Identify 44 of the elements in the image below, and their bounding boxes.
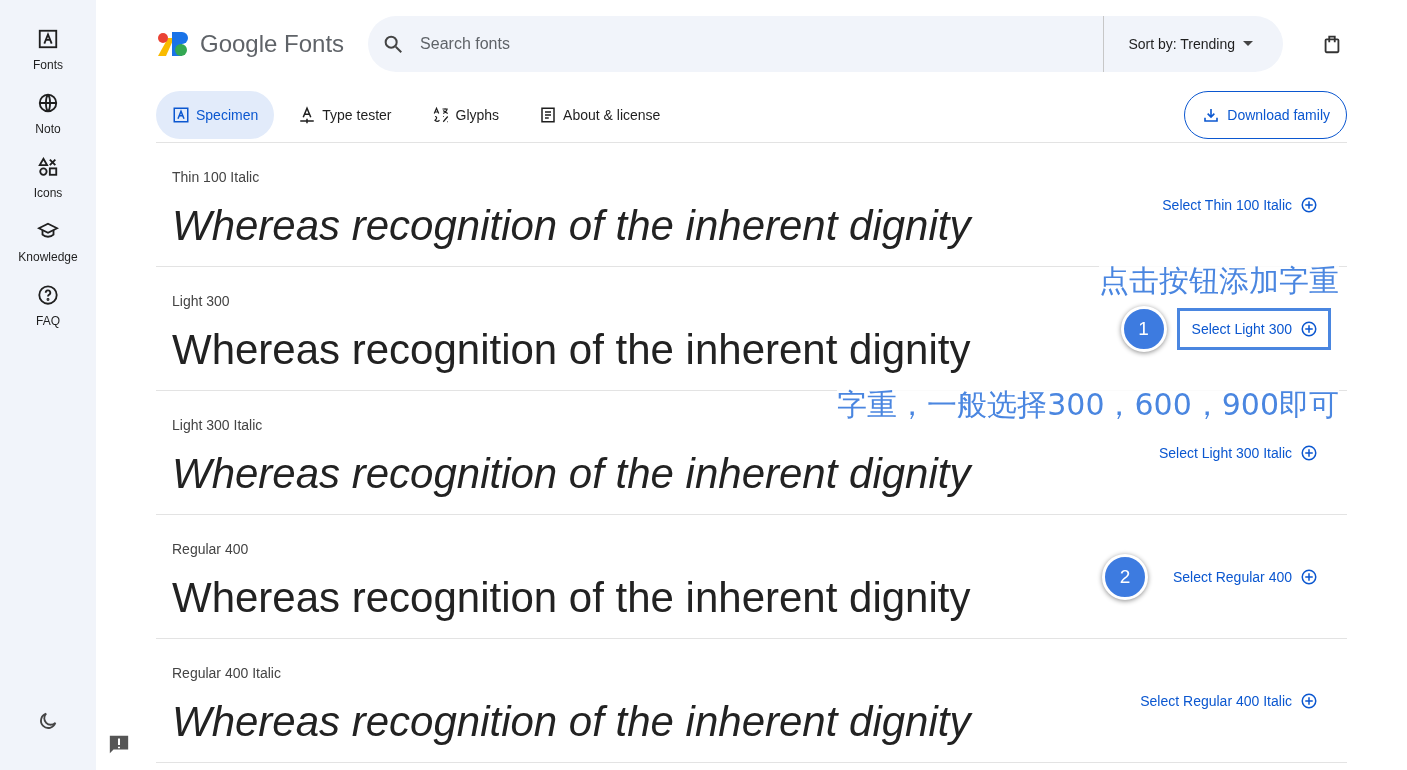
style-label: Light 300	[172, 293, 231, 309]
help-icon	[37, 284, 59, 306]
search-icon	[382, 33, 405, 55]
font-letter-icon	[37, 28, 59, 50]
sample-text: Whereas recognition of the inherent dignity	[172, 325, 972, 374]
sidebar-item[interactable]: FAQ	[36, 284, 60, 348]
add-circle-icon	[1300, 319, 1318, 338]
add-circle-icon	[1300, 567, 1318, 586]
sample-text: Whereas recognition of the inherent dignity	[172, 449, 974, 498]
download-button[interactable]: Download family	[1184, 91, 1347, 139]
select-style-button[interactable]: Select Light 300	[1176, 307, 1331, 350]
style-label: Regular 400	[172, 541, 250, 557]
download-icon	[1203, 107, 1220, 123]
sample-text: Whereas recognition of the inherent dignity	[172, 573, 972, 622]
sort-dropdown[interactable]: Sort by: Trending	[1103, 16, 1283, 72]
sidebar-item[interactable]: Knowledge	[18, 220, 78, 284]
add-circle-icon	[1300, 691, 1318, 710]
moon-icon[interactable]	[37, 710, 59, 732]
add-circle-icon	[1300, 443, 1318, 462]
sample-text: Whereas recognition of the inherent dignity	[172, 697, 974, 746]
style-label: Regular 400 Italic	[172, 665, 282, 681]
search-field[interactable]: Search fonts	[368, 16, 1104, 72]
tab[interactable]: Type tester	[282, 91, 408, 139]
logo-icon	[156, 30, 190, 58]
globe-icon	[37, 92, 59, 114]
feedback-icon[interactable]	[108, 734, 130, 756]
logo-text[interactable]: Google Fonts	[200, 30, 345, 58]
style-label: Light 300 Italic	[172, 417, 264, 433]
glyphs-icon	[431, 106, 450, 124]
sidebar-item[interactable]: Icons	[33, 156, 63, 220]
caret-icon	[1243, 41, 1253, 47]
add-circle-icon	[1300, 195, 1318, 214]
sample-text: Whereas recognition of the inherent dignity	[172, 201, 974, 250]
tab[interactable]: Glyphs	[415, 91, 516, 139]
search-input[interactable]: Search fonts	[418, 34, 1104, 54]
font-letter-icon	[172, 106, 190, 124]
sidebar-item[interactable]: Fonts	[33, 28, 63, 92]
shapes-icon	[37, 156, 59, 178]
tab[interactable]: About & license	[523, 91, 677, 139]
type-tester-icon	[298, 106, 317, 124]
tab[interactable]: Specimen	[156, 91, 275, 139]
sidebar-item[interactable]: Noto	[35, 92, 61, 156]
style-label: Thin 100 Italic	[172, 169, 261, 185]
document-icon	[539, 106, 558, 124]
